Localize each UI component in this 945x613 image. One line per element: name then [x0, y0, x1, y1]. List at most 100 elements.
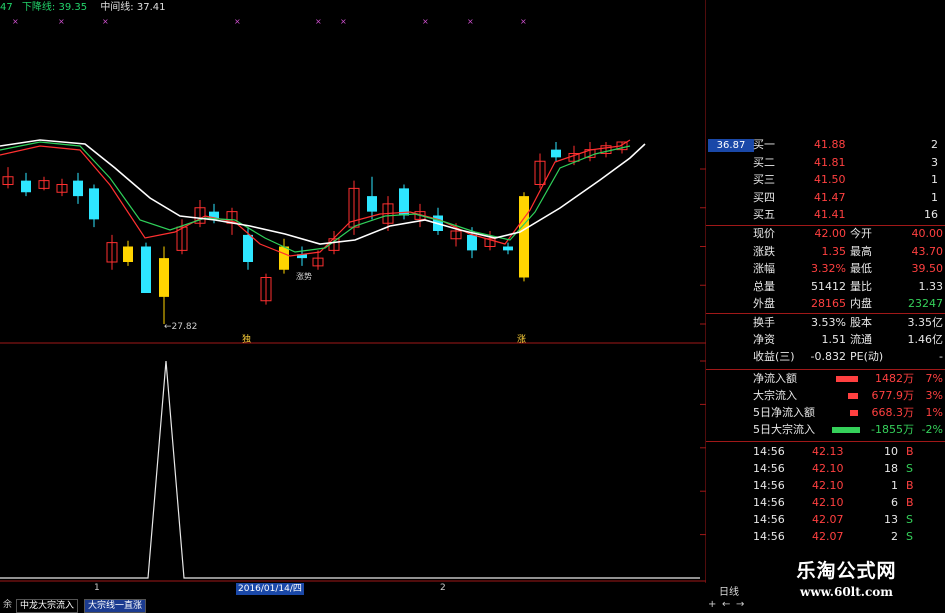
top-marker: ×: [12, 17, 19, 26]
candle-body: [73, 180, 83, 197]
panel-separator: [706, 369, 945, 370]
candle-body: [159, 258, 169, 297]
marker-1: 1: [94, 583, 100, 593]
stat-value: 43.70: [911, 244, 944, 258]
candle-body: [367, 196, 377, 212]
flow-label: 净流入额: [753, 372, 797, 385]
flow-pct: 3%: [925, 389, 943, 402]
panel-separator: [706, 225, 945, 226]
tick-volume: 1: [891, 479, 898, 492]
nav-right-arrow-icon[interactable]: →: [736, 599, 744, 610]
tick-price: 42.10: [812, 479, 844, 492]
tick-row: 14:56 42.13 10 B: [706, 445, 945, 459]
marker-2: 2: [440, 583, 446, 593]
bid-label: 买五: [753, 208, 775, 221]
tab-dazong[interactable]: 大宗线一直涨: [84, 599, 147, 613]
top-marker: ×: [520, 17, 527, 26]
flow-value: -1855万: [871, 423, 914, 436]
flow-row: 大宗流入 677.9万 3%: [706, 389, 945, 403]
stat-row: 外盘 28165 内盘 23247: [706, 297, 945, 311]
tick-volume: 6: [891, 496, 898, 509]
flow-value: 677.9万: [871, 389, 915, 402]
tab-zhonglong[interactable]: 中龙大宗流入: [16, 599, 79, 613]
candle-body: [551, 149, 561, 158]
stat2-value: -0.832: [810, 350, 846, 363]
stat-label: 涨跌: [753, 244, 775, 258]
candle-body: [399, 188, 409, 216]
stat2-label: 流通: [850, 333, 872, 346]
top-marker: ×: [340, 17, 347, 26]
tick-price: 42.10: [812, 496, 844, 509]
stat2-row: 收益(三) -0.832 PE(动) -: [706, 350, 945, 364]
tick-time: 14:56: [753, 530, 785, 543]
tick-row: 14:56 42.07 2 S: [706, 530, 945, 544]
stat2-label: PE(动): [850, 350, 884, 363]
flow-bar: [832, 427, 860, 433]
tick-price: 42.13: [812, 445, 844, 458]
bid-row: 买四 41.47 1: [706, 191, 945, 205]
stat2-label: 换手: [753, 316, 775, 329]
stat-label: 现价: [753, 227, 775, 240]
flow-row: 5日净流入额 668.3万 1%: [706, 406, 945, 420]
stat-label: 最高: [850, 244, 872, 258]
tick-volume: 2: [891, 530, 898, 543]
candle-body: [89, 188, 99, 220]
bid-label: 买三: [753, 173, 775, 186]
candle-body: [519, 196, 529, 278]
flow-label: 大宗流入: [753, 389, 797, 402]
tick-time: 14:56: [753, 479, 785, 492]
low-marker: ←27.82: [164, 322, 198, 332]
flow-bar: [836, 376, 858, 382]
flow-label: 5日净流入额: [753, 406, 815, 419]
candle-body: [503, 246, 513, 251]
bid-volume: 1: [931, 190, 938, 204]
stat-row: 总量 51412 量比 1.33: [706, 280, 945, 294]
tick-row: 14:56 42.07 13 S: [706, 513, 945, 527]
stat2-label: 净资: [753, 333, 775, 346]
stat-label: 外盘: [753, 297, 775, 310]
stat2-label: 股本: [850, 316, 872, 329]
annotation-char-1: 独: [242, 335, 252, 345]
bid-price: 41.47: [814, 190, 846, 204]
candle-body: [467, 234, 477, 251]
stat2-value: -: [939, 350, 943, 363]
candle-body: [141, 246, 151, 293]
panel-separator: [706, 441, 945, 442]
top-marker: ×: [422, 17, 429, 26]
stat-label: 最低: [850, 262, 872, 275]
tick-time: 14:56: [753, 496, 785, 509]
chart-area[interactable]: ××××××××× 36.0034.0032.0030.0028.00 1.00…: [0, 0, 706, 583]
stat-label: 内盘: [850, 297, 872, 310]
candle-body: [123, 246, 133, 262]
top-marker: ×: [315, 17, 322, 26]
nav-left-arrow-icon[interactable]: ←: [722, 599, 730, 610]
flow-label: 5日大宗流入: [753, 423, 815, 436]
quote-panel: 买一 41.88 2 买二 41.81 3 买三 41.50 1 买四 41.47 1 买五 41.41 1…: [706, 138, 945, 568]
tick-time: 14:56: [753, 445, 785, 458]
bid-price: 41.88: [814, 138, 846, 151]
stat-row: 涨幅 3.32% 最低 39.50: [706, 262, 945, 276]
tick-volume: 18: [884, 462, 898, 475]
brand-url: www.60lt.com: [800, 585, 893, 599]
flow-row: 净流入额 1482万 7%: [706, 372, 945, 386]
bid-row: 买三 41.50 1: [706, 173, 945, 187]
tick-time: 14:56: [753, 513, 785, 526]
bid-row: 买一 41.88 2: [706, 138, 945, 152]
tick-side: B: [906, 445, 914, 458]
tick-time: 14:56: [753, 462, 785, 475]
stat-value: 42.00: [814, 227, 847, 240]
tick-price: 42.10: [812, 462, 844, 475]
flow-pct: 1%: [925, 406, 943, 419]
flow-row: 5日大宗流入 -1855万 -2%: [706, 423, 945, 437]
top-marker: ×: [467, 17, 474, 26]
tick-price: 42.07: [812, 513, 844, 526]
indicator-pane: [0, 360, 700, 579]
nav-plus[interactable]: +: [708, 599, 716, 610]
candle-body: [21, 180, 31, 193]
tab-stub[interactable]: 余: [0, 599, 15, 611]
flow-pct: 7%: [925, 372, 943, 385]
period-label[interactable]: 日线: [719, 583, 739, 598]
stat2-value: 1.46亿: [907, 333, 944, 346]
stat-value: 3.32%: [811, 262, 846, 275]
tick-volume: 13: [884, 513, 898, 526]
